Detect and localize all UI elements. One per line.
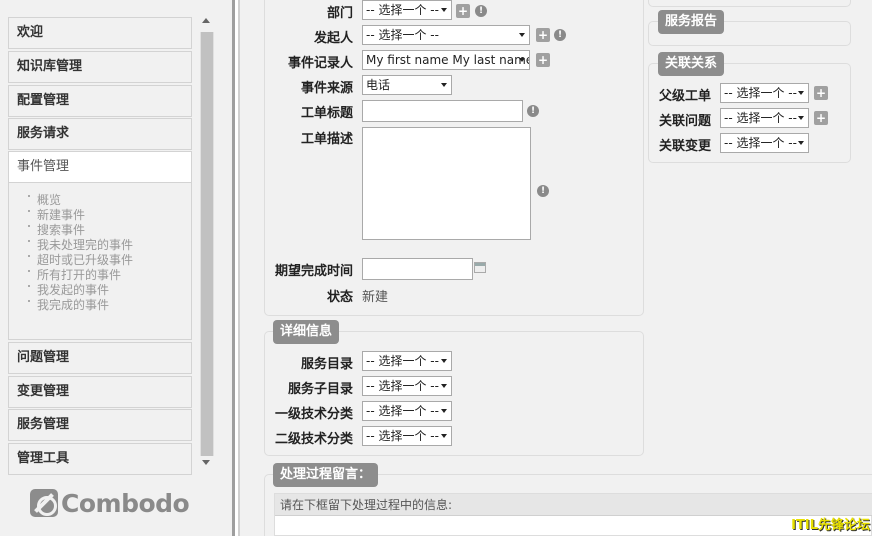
top-right-fieldset (648, 0, 851, 7)
submenu-my-open[interactable]: 我未处理完的事件 (27, 238, 133, 253)
combodo-logo-icon (30, 489, 58, 517)
chevron-down-icon (798, 116, 804, 120)
calendar-icon[interactable] (474, 262, 486, 273)
scroll-down-icon[interactable] (202, 460, 210, 465)
submenu-search-incident[interactable]: 搜索事件 (27, 223, 133, 238)
add-caller-icon[interactable]: + (536, 28, 550, 42)
menu-item-problem[interactable]: 问题管理 (8, 342, 192, 374)
menu-item-welcome[interactable]: 欢迎 (8, 17, 192, 49)
service-select[interactable]: -- 选择一个 -- (362, 351, 452, 371)
caller-select[interactable]: -- 选择一个 -- (362, 25, 530, 45)
deadline-input[interactable] (362, 258, 473, 280)
menu-item-service[interactable]: 服务管理 (8, 409, 192, 441)
scroll-thumb[interactable] (201, 32, 213, 456)
related-problem-label: 关联问题 (659, 114, 712, 129)
chevron-down-icon (441, 409, 447, 413)
add-problem-icon[interactable]: + (814, 111, 828, 125)
scroll-up-icon[interactable] (202, 18, 210, 23)
chevron-down-icon (441, 83, 447, 87)
scroll-track[interactable] (200, 32, 214, 456)
menu-item-knowledge[interactable]: 知识库管理 (8, 51, 192, 83)
info-icon: ! (527, 105, 539, 117)
combodo-logo: Combodo (30, 486, 190, 520)
department-select[interactable]: -- 选择一个 -- (362, 0, 452, 20)
details-legend: 详细信息 (273, 320, 340, 344)
deadline-label: 期望完成时间 (274, 264, 353, 279)
parent-ticket-label: 父级工单 (659, 89, 712, 104)
chevron-down-icon (441, 8, 447, 12)
relations-legend: 关联关系 (658, 52, 725, 76)
submenu-new-incident[interactable]: 新建事件 (27, 208, 133, 223)
caller-label: 发起人 (313, 31, 353, 46)
info-icon: ! (475, 5, 487, 17)
chevron-down-icon (519, 58, 525, 62)
watermark: ITIL先锋论坛 (791, 518, 870, 533)
title-label: 工单标题 (300, 106, 353, 121)
recorder-label: 事件记录人 (287, 56, 353, 71)
tech-category-1-label: 一级技术分类 (274, 407, 353, 422)
logo-text: Combodo (61, 488, 190, 518)
department-label: 部门 (326, 6, 353, 21)
menu-item-configuration[interactable]: 配置管理 (8, 85, 192, 117)
description-textarea[interactable] (362, 127, 531, 240)
recorder-select[interactable]: My first name My last name (362, 50, 530, 70)
subservice-label: 服务子目录 (287, 382, 353, 397)
submenu-my-created[interactable]: 我发起的事件 (27, 283, 133, 298)
chevron-down-icon (798, 141, 804, 145)
menu-item-incident[interactable]: 事件管理 (8, 151, 192, 183)
submenu-escalated[interactable]: 超时或已升级事件 (27, 253, 133, 268)
log-textarea[interactable]: 请在下框留下处理过程中的信息: (274, 493, 872, 536)
status-value: 新建 (362, 290, 389, 305)
chevron-down-icon (798, 91, 804, 95)
log-legend: 处理过程留言： (273, 463, 379, 487)
menu-item-service-request[interactable]: 服务请求 (8, 118, 192, 150)
info-icon: ! (537, 185, 549, 197)
submenu-my-closed[interactable]: 我完成的事件 (27, 298, 133, 313)
related-change-select[interactable]: -- 选择一个 -- (720, 133, 809, 153)
menu-item-admin-tools[interactable]: 管理工具 (8, 443, 192, 475)
title-input[interactable] (362, 100, 523, 122)
incident-submenu: 概览 新建事件 搜索事件 我未处理完的事件 超时或已升级事件 所有打开的事件 我… (8, 183, 192, 340)
add-parent-icon[interactable]: + (814, 86, 828, 100)
pane-splitter[interactable] (232, 0, 240, 536)
subservice-select[interactable]: -- 选择一个 -- (362, 376, 452, 396)
add-recorder-icon[interactable]: + (536, 53, 550, 67)
tech-category-2-select[interactable]: -- 选择一个 -- (362, 426, 452, 446)
menu-item-change[interactable]: 变更管理 (8, 376, 192, 408)
chevron-down-icon (441, 384, 447, 388)
add-department-icon[interactable]: + (456, 4, 470, 18)
log-hint: 请在下框留下处理过程中的信息: (275, 494, 872, 516)
service-label: 服务目录 (300, 357, 353, 372)
sidebar-scrollbar[interactable] (200, 18, 214, 470)
tech-category-1-select[interactable]: -- 选择一个 -- (362, 401, 452, 421)
parent-ticket-select[interactable]: -- 选择一个 -- (720, 83, 809, 103)
chevron-down-icon (519, 33, 525, 37)
origin-label: 事件来源 (300, 81, 353, 96)
chevron-down-icon (441, 359, 447, 363)
main-content: 部门 -- 选择一个 -- + ! 发起人 -- 选择一个 -- + ! 事件记… (240, 0, 872, 536)
service-report-legend: 服务报告 (658, 10, 725, 34)
submenu-all-open[interactable]: 所有打开的事件 (27, 268, 133, 283)
submenu-overview[interactable]: 概览 (27, 193, 133, 208)
status-label: 状态 (326, 290, 353, 305)
tech-category-2-label: 二级技术分类 (274, 432, 353, 447)
description-label: 工单描述 (300, 132, 353, 147)
origin-select[interactable]: 电话 (362, 75, 452, 95)
related-change-label: 关联变更 (659, 139, 712, 154)
info-icon: ! (554, 29, 566, 41)
sidebar: 欢迎 知识库管理 配置管理 服务请求 事件管理 概览 新建事件 搜索事件 我未处… (0, 0, 232, 536)
related-problem-select[interactable]: -- 选择一个 -- (720, 108, 809, 128)
chevron-down-icon (441, 434, 447, 438)
